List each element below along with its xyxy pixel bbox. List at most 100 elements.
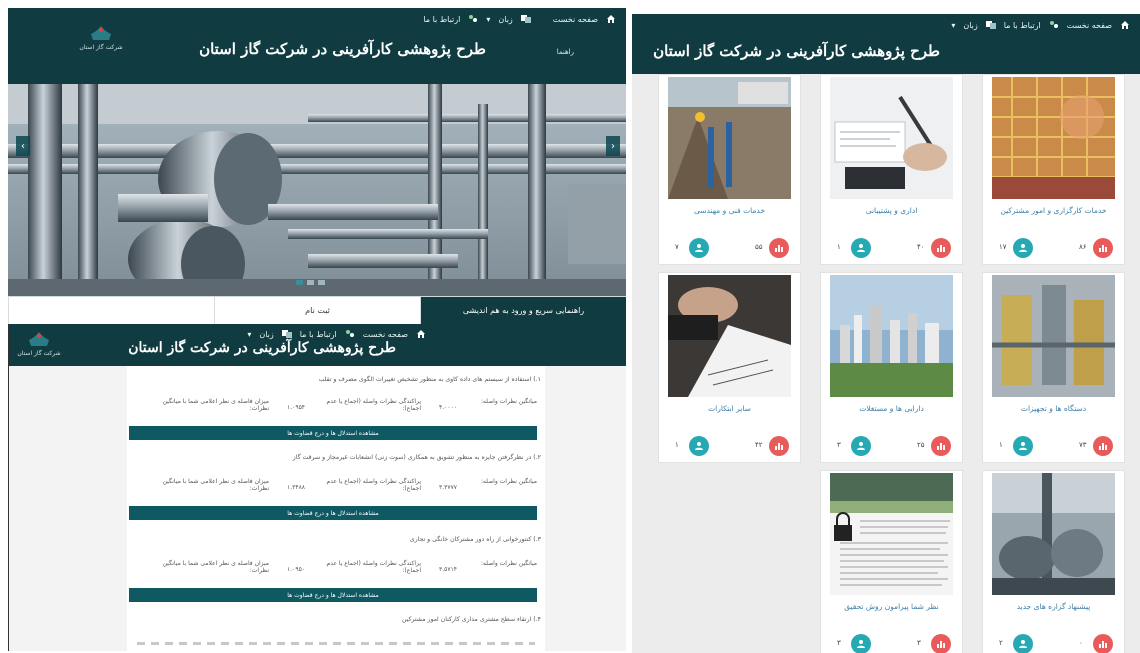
question-title: ۳.) کنتورخوانی از راه دور مشترکان خانگی … <box>409 536 541 543</box>
category-card[interactable]: دارایی ها و مستغلات ۲۵ ۳ <box>820 272 963 463</box>
company-logo: شرکت گاز استان <box>13 332 65 357</box>
nav-language-link[interactable]: زبان <box>963 21 977 30</box>
user-icon <box>1019 640 1027 648</box>
home-icon[interactable] <box>1120 20 1130 30</box>
users-badge <box>1013 436 1033 456</box>
contact-icon[interactable] <box>345 329 355 339</box>
logo-caption: شرکت گاز استان <box>17 350 61 357</box>
card-title[interactable]: خدمات فنی و مهندسی <box>659 206 800 215</box>
slider-dots <box>296 280 325 285</box>
category-card[interactable]: نظر شما پیرامون روش تحقیق ۳ ۳ <box>820 470 963 653</box>
users-count: ۱ <box>675 441 679 449</box>
company-logo: شرکت گاز استان <box>76 26 126 51</box>
card-title[interactable]: سایر ابتکارات <box>659 404 800 413</box>
home-icon[interactable] <box>606 14 616 24</box>
tab-empty[interactable] <box>8 297 214 324</box>
category-card[interactable]: خدمات کارگزاری و امور مشترکین ۸۶ ۱۷ <box>982 74 1125 265</box>
chart-icon <box>937 245 945 252</box>
chart-icon <box>1099 245 1107 252</box>
page-title: طرح پژوهشی کارآفرینی در شرکت گاز استان <box>653 42 940 60</box>
card-title[interactable]: خدمات کارگزاری و امور مشترکین <box>983 206 1124 215</box>
users-count: ۱۷ <box>999 243 1007 251</box>
dispersion-label: پراکندگی نظرات واصله (اجماع یا عدم اجماع… <box>326 560 421 574</box>
card-title[interactable]: نظر شما پیرامون روش تحقیق <box>821 602 962 611</box>
slider-prev-button[interactable]: ‹ <box>16 136 30 156</box>
gas-logo-icon <box>29 332 49 346</box>
chart-icon <box>775 245 783 252</box>
users-count: ۳ <box>837 639 841 647</box>
card-title[interactable]: پیشنهاد گزاره های جدید <box>983 602 1124 611</box>
translate-icon[interactable] <box>281 329 292 339</box>
chart-icon <box>1099 443 1107 450</box>
tab-quick-guide[interactable]: راهنمایی سریع و ورود به هم اندیشی <box>420 297 626 324</box>
nav-home-link[interactable]: صفحه نخست <box>363 330 408 339</box>
slider-dot[interactable] <box>307 280 314 285</box>
nav-language-link[interactable]: زبان <box>259 330 273 339</box>
users-badge <box>1013 238 1033 258</box>
card-title[interactable]: اداری و پشتیبانی <box>821 206 962 215</box>
category-card[interactable]: دستگاه ها و تجهیزات ۷۳ ۱ <box>982 272 1125 463</box>
dispersion-label: پراکندگی نظرات واصله (اجماع یا عدم اجماع… <box>326 398 421 412</box>
slider-dot[interactable] <box>318 280 325 285</box>
nav-home-link[interactable]: صفحه نخست <box>1067 21 1112 30</box>
card-image <box>830 275 953 397</box>
dispersion-value: ۱.۰۹۵۴ <box>287 404 306 411</box>
top-nav: صفحه نخست ارتباط با ما زبان ▾ <box>247 329 426 339</box>
users-count: ۷ <box>675 243 679 251</box>
tab-register[interactable]: ثبت نام <box>214 297 420 324</box>
contact-icon[interactable] <box>468 14 478 24</box>
nav-contact-link[interactable]: ارتباط با ما <box>423 15 460 24</box>
category-card[interactable]: اداری و پشتیبانی ۴۰ ۱ <box>820 74 963 265</box>
home-tabs: ثبت نام راهنمایی سریع و ورود به هم اندیش… <box>8 296 626 324</box>
contact-icon[interactable] <box>1049 20 1059 30</box>
hero-slider[interactable]: ‹ › <box>8 84 626 302</box>
question-title: ۱.) استفاده از سیستم های داده کاوی به من… <box>318 376 541 383</box>
user-icon <box>857 640 865 648</box>
home-icon[interactable] <box>416 329 426 339</box>
help-link[interactable]: راهنما <box>557 48 574 56</box>
translate-icon[interactable] <box>985 20 996 30</box>
card-image <box>668 275 791 397</box>
translate-icon[interactable] <box>520 14 531 24</box>
chevron-right-icon: › <box>611 140 615 152</box>
top-nav: صفحه نخست ارتباط با ما زبان ▾ <box>951 20 1130 30</box>
nav-home-link[interactable]: صفحه نخست <box>553 15 598 24</box>
nav-contact-link[interactable]: ارتباط با ما <box>300 330 337 339</box>
category-card[interactable]: خدمات فنی و مهندسی ۵۵ ۷ <box>658 74 801 265</box>
card-title[interactable]: دستگاه ها و تجهیزات <box>983 404 1124 413</box>
logo-caption: شرکت گاز استان <box>79 44 123 51</box>
question-title: ۴.) ارتقاء سطح مشتری مداری کارکنان امور … <box>401 616 541 623</box>
page-title: طرح پژوهشی کارآفرینی در شرکت گاز استان <box>199 40 486 58</box>
card-title[interactable]: دارایی ها و مستغلات <box>821 404 962 413</box>
distance-label: میزان فاصله ی نظر اعلامی شما با میانگین … <box>162 560 269 574</box>
user-icon <box>695 442 703 450</box>
ideas-count: ۳ <box>917 639 921 647</box>
slider-dot[interactable] <box>296 280 303 285</box>
site-header: صفحه نخست ارتباط با ما زبان ▾ طرح پژوهشی… <box>9 324 626 366</box>
user-icon <box>1019 442 1027 450</box>
results-page-view: صفحه نخست ارتباط با ما زبان ▾ طرح پژوهشی… <box>8 324 626 651</box>
ideas-badge <box>769 436 789 456</box>
nav-language-link[interactable]: زبان <box>498 15 512 24</box>
ideas-badge <box>931 634 951 653</box>
view-arguments-button[interactable]: مشاهده استدلال ها و درج قضاوت ها <box>129 426 537 440</box>
view-arguments-button[interactable]: مشاهده استدلال ها و درج قضاوت ها <box>129 588 537 602</box>
nav-contact-link[interactable]: ارتباط با ما <box>1004 21 1041 30</box>
ideas-badge <box>931 238 951 258</box>
page-title: طرح پژوهشی کارآفرینی در شرکت گاز استان <box>128 340 396 356</box>
category-card[interactable]: پیشنهاد گزاره های جدید ۰ ۲ <box>982 470 1125 653</box>
users-count: ۱ <box>999 441 1003 449</box>
chevron-left-icon: ‹ <box>21 140 25 152</box>
cut-off-row <box>137 642 535 645</box>
view-arguments-button[interactable]: مشاهده استدلال ها و درج قضاوت ها <box>129 506 537 520</box>
category-card[interactable]: سایر ابتکارات ۴۲ ۱ <box>658 272 801 463</box>
slider-next-button[interactable]: › <box>606 136 620 156</box>
user-icon <box>857 442 865 450</box>
avg-label: میانگین نظرات واصله: <box>480 478 537 485</box>
card-image <box>992 473 1115 595</box>
distance-label: میزان فاصله ی نظر اعلامی شما با میانگین … <box>162 478 269 492</box>
card-image <box>992 77 1115 199</box>
avg-value: ۴.۰۰۰۰ <box>439 404 458 411</box>
chart-icon <box>1099 641 1107 648</box>
users-count: ۲ <box>999 639 1003 647</box>
